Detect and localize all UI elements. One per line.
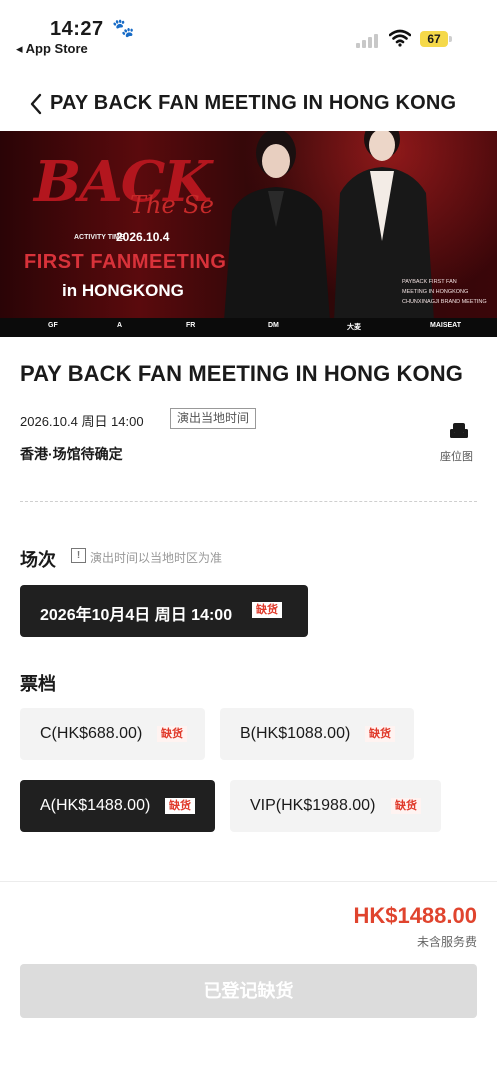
session-tip: 演出时间以当地时区为准 — [90, 551, 223, 565]
battery-tip — [449, 36, 452, 42]
tier-label: B(HK$1088.00) — [240, 725, 351, 742]
sponsor-logo: 大麦 — [347, 324, 361, 331]
tier-option-a[interactable]: A(HK$1488.00) 缺货 — [20, 780, 215, 832]
paw-icon: 🐾 — [112, 18, 135, 38]
sponsor-logo: FR — [186, 322, 196, 329]
event-title: PAY BACK FAN MEETING IN HONG KONG — [20, 361, 463, 386]
sponsor-logo: MAISEAT — [430, 322, 461, 329]
divider — [20, 501, 477, 502]
sold-out-tag: 缺货 — [391, 798, 421, 814]
chevron-left-icon[interactable] — [28, 92, 44, 116]
event-venue: 香港·场馆待确定 — [20, 446, 123, 462]
wifi-icon — [389, 29, 411, 47]
battery-icon: 67 — [420, 31, 448, 47]
sponsor-logo: GF — [48, 322, 58, 329]
info-icon: ! — [71, 548, 86, 563]
banner-subheadline: The Se — [130, 191, 214, 219]
banner-meta: PAYBACK FIRST FAN MEETING IN HONGKONG CH… — [402, 279, 487, 305]
signal-icon — [356, 32, 380, 48]
sold-out-tag: 缺货 — [157, 726, 187, 742]
sponsor-logo: DM — [268, 322, 279, 329]
session-heading: 场次 — [20, 550, 56, 570]
tier-heading: 票档 — [20, 674, 56, 694]
seat-map-icon[interactable] — [449, 422, 469, 440]
sponsor-bar: GF A FR DM 大麦 MAISEAT — [0, 318, 497, 337]
footer-divider — [0, 881, 497, 882]
tier-label: VIP(HK$1988.00) — [250, 797, 376, 814]
event-datetime: 2026.10.4 周日 14:00 — [20, 414, 144, 429]
banner-activity-date: 2026.10.4 — [116, 230, 170, 244]
sponsor-logo: A — [117, 322, 123, 329]
tier-option-b[interactable]: B(HK$1088.00) 缺货 — [220, 708, 414, 760]
sold-out-tag: 缺货 — [365, 726, 395, 742]
total-price: HK$1488.00 — [353, 903, 477, 928]
registered-sold-out-button[interactable]: 已登记缺货 — [20, 964, 477, 1018]
nav-title: PAY BACK FAN MEETING IN HONG KONG — [50, 92, 457, 114]
tier-option-c[interactable]: C(HK$688.00) 缺货 — [20, 708, 205, 760]
event-banner: BACK The Se ACTIVITY TIME 2026.10.4 FIRS… — [0, 131, 497, 337]
session-label: 2026年10月4日 周日 14:00 — [40, 607, 233, 624]
banner-first-fanmeeting: FIRST FANMEETING — [24, 251, 227, 273]
tier-label: A(HK$1488.00) — [40, 797, 151, 814]
seat-map-label[interactable]: 座位图 — [440, 448, 473, 464]
person-left-image — [224, 131, 330, 321]
tier-label: C(HK$688.00) — [40, 725, 143, 742]
tier-option-vip[interactable]: VIP(HK$1988.00) 缺货 — [230, 780, 441, 832]
local-time-badge: 演出当地时间 — [170, 408, 257, 429]
sold-out-tag: 缺货 — [165, 798, 195, 814]
banner-city: in HONGKONG — [62, 281, 184, 300]
session-option[interactable]: 2026年10月4日 周日 14:00 缺货 — [20, 585, 308, 637]
back-to-app-store[interactable]: ◂ App Store — [16, 41, 88, 57]
status-time: 14:27 — [50, 18, 104, 40]
service-fee-note: 未含服务费 — [416, 935, 477, 949]
sold-out-tag: 缺货 — [252, 602, 282, 618]
